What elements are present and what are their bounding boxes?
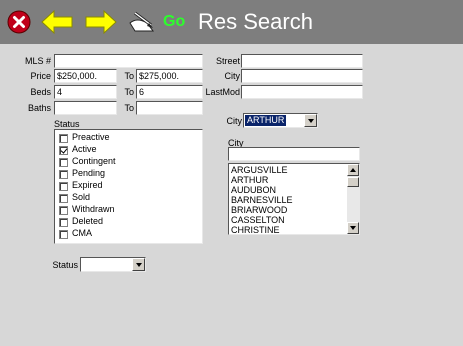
mls-field[interactable] [54,54,203,68]
city-field[interactable] [241,69,363,83]
list-item[interactable]: ARGUSVILLE [231,165,288,175]
chevron-down-icon[interactable] [304,114,317,127]
list-item[interactable]: ARTHUR [231,175,268,185]
close-icon[interactable] [7,10,31,34]
forward-arrow-icon[interactable] [84,9,118,35]
checkbox-checked[interactable] [59,146,68,155]
list-item[interactable]: AUDUBON [231,185,276,195]
baths-to-label: To [124,103,134,113]
checkbox[interactable] [59,194,68,203]
scroll-up-icon[interactable] [347,164,359,176]
edit-pen-icon[interactable] [127,9,157,35]
scroll-thumb[interactable] [347,177,359,187]
checkbox[interactable] [59,206,68,215]
price-to-label: To [124,71,134,81]
street-label: Street [215,56,240,66]
city-listbox[interactable]: ARGUSVILLE ARTHUR AUDUBON BARNESVILLE BR… [228,163,360,235]
mls-label: MLS # [24,56,51,66]
list-item[interactable]: CHRISTINE [231,225,280,235]
checkbox[interactable] [59,170,68,179]
status-dropdown-value [82,259,86,270]
page-title: Res Search [198,9,313,34]
city-list-scrollbar[interactable] [347,164,359,234]
baths-to-field[interactable] [136,101,203,115]
street-field[interactable] [241,54,363,68]
checkbox[interactable] [59,182,68,191]
list-item[interactable]: CASSELTON [231,215,285,225]
beds-label: Beds [30,87,51,97]
toolbar: Go Res Search [0,0,463,44]
list-item[interactable]: BARNESVILLE [231,195,293,205]
beds-to-label: To [124,87,134,97]
city-select-label: City [226,116,243,126]
scroll-down-icon[interactable] [347,222,359,234]
back-arrow-icon[interactable] [40,9,74,35]
lastmod-field[interactable] [241,85,363,99]
city-select-value: ARTHUR [245,115,287,126]
checkbox[interactable] [59,218,68,227]
checkbox[interactable] [59,158,68,167]
city-select-dropdown[interactable]: ARTHUR [243,113,318,128]
baths-from-field[interactable] [54,101,117,115]
price-to-field[interactable]: $275,000. [136,69,203,83]
status-dropdown[interactable] [80,257,146,272]
beds-to-field[interactable]: 6 [136,85,203,99]
price-from-field[interactable]: $250,000. [54,69,117,83]
status-checkbox-list: Preactive Active Contingent Pending Expi… [54,129,203,244]
city-filter-input[interactable] [228,147,360,161]
price-label: Price [30,71,51,81]
status-dropdown-label: Status [52,260,78,270]
baths-label: Baths [27,103,51,113]
beds-from-field[interactable]: 4 [54,85,117,99]
checkbox[interactable] [59,134,68,143]
checkbox[interactable] [59,230,68,239]
lastmod-label: LastMod [205,87,240,97]
city-label: City [224,71,241,81]
go-button[interactable]: Go [163,12,189,32]
list-item[interactable]: BRIARWOOD [231,205,287,215]
chevron-down-icon[interactable] [132,258,145,271]
